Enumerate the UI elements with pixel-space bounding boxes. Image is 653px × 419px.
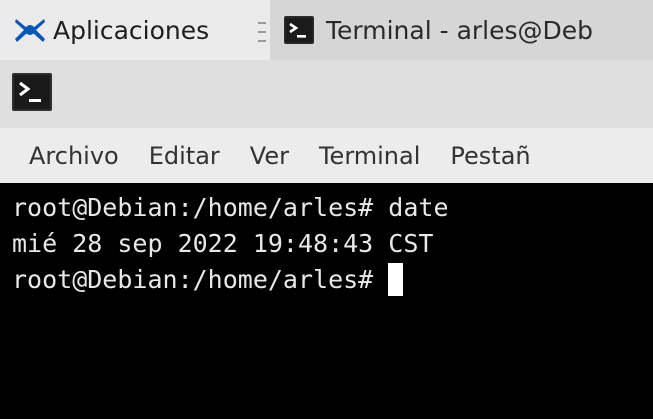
menu-pestanas[interactable]: Pestañ	[450, 142, 530, 170]
menu-terminal[interactable]: Terminal	[319, 142, 420, 170]
menu-editar[interactable]: Editar	[149, 142, 220, 170]
terminal-icon	[284, 16, 314, 44]
window-titlebar[interactable]	[0, 60, 653, 128]
command-output: mié 28 sep 2022 19:48:43 CST	[12, 229, 434, 258]
shell-prompt: root@Debian:/home/arles#	[12, 193, 374, 222]
applications-menu-label: Aplicaciones	[53, 15, 210, 45]
terminal-line: root@Debian:/home/arles# date	[12, 190, 449, 226]
panel-separator-handle	[258, 22, 266, 42]
menu-ver[interactable]: Ver	[250, 142, 289, 170]
applications-menu-button[interactable]: Aplicaciones	[0, 0, 209, 60]
shell-command: date	[373, 193, 449, 222]
xfce-mouse-logo-icon	[15, 19, 45, 42]
terminal-output-area[interactable]: root@Debian:/home/arles# date mié 28 sep…	[0, 183, 653, 419]
terminal-icon[interactable]	[12, 73, 52, 111]
taskbar-window-label: Terminal - arles@Deb	[326, 15, 594, 45]
top-panel: Aplicaciones Terminal - arles@Deb	[0, 0, 653, 60]
terminal-line: root@Debian:/home/arles#	[12, 262, 404, 298]
text-cursor	[388, 262, 404, 296]
shell-prompt: root@Debian:/home/arles#	[12, 265, 374, 294]
menu-archivo[interactable]: Archivo	[29, 142, 119, 170]
taskbar-window-button-terminal[interactable]: Terminal - arles@Deb	[270, 0, 653, 60]
terminal-line: mié 28 sep 2022 19:48:43 CST	[12, 226, 433, 262]
menubar: Archivo Editar Ver Terminal Pestañ	[0, 128, 653, 183]
